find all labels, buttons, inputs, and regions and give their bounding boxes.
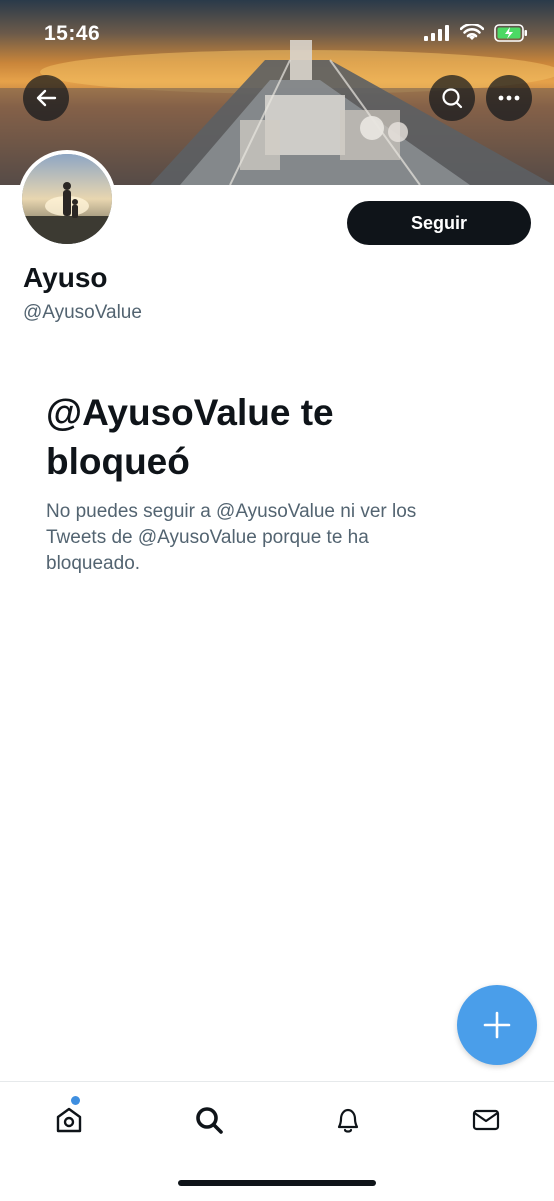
signal-icon — [424, 25, 449, 41]
avatar-image — [22, 154, 112, 244]
status-icons — [424, 24, 528, 42]
blocked-title: @AyusoValue te bloqueó — [46, 392, 334, 482]
blocked-description: No puedes seguir a @AyusoValue ni ver lo… — [46, 501, 417, 574]
arrow-left-icon — [36, 89, 57, 107]
more-horizontal-icon — [498, 95, 520, 101]
bell-icon — [337, 1108, 359, 1133]
avatar[interactable] — [18, 150, 116, 248]
tab-notifications[interactable] — [328, 1100, 368, 1140]
tab-home[interactable] — [49, 1096, 89, 1140]
tab-search[interactable] — [189, 1100, 229, 1140]
home-icon — [56, 1107, 82, 1133]
back-button[interactable] — [23, 75, 69, 121]
notification-dot — [71, 1096, 80, 1105]
username-handle: @AyusoValue — [23, 302, 142, 323]
mail-icon — [472, 1109, 500, 1131]
status-time: 15:46 — [44, 22, 101, 45]
plus-icon — [483, 1011, 511, 1039]
battery-charging-icon — [494, 24, 527, 42]
search-icon — [442, 88, 463, 109]
search-icon — [196, 1107, 223, 1134]
display-name: Ayuso — [23, 262, 108, 293]
status-bar: 15:46 — [0, 0, 554, 70]
wifi-icon — [460, 24, 484, 40]
tab-messages[interactable] — [466, 1100, 506, 1140]
home-indicator[interactable] — [178, 1180, 376, 1186]
follow-button[interactable]: Seguir — [347, 201, 531, 245]
compose-tweet-button[interactable] — [457, 985, 537, 1065]
search-button[interactable] — [429, 75, 475, 121]
more-options-button[interactable] — [486, 75, 532, 121]
